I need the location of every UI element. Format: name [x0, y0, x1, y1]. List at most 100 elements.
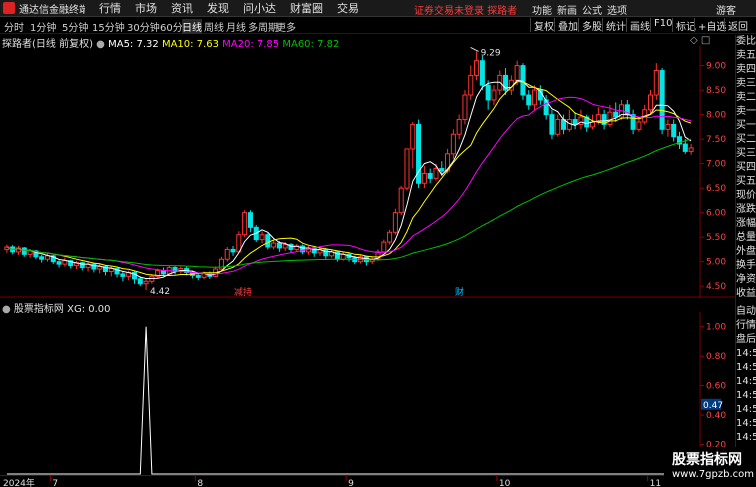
menu-hangqing[interactable]: 行情	[99, 0, 121, 16]
candle[interactable]	[172, 265, 178, 275]
candle[interactable]	[392, 208, 398, 235]
candle[interactable]	[578, 109, 584, 130]
login-status[interactable]: 证券交易未登录 探路者	[414, 2, 517, 17]
period-5min[interactable]: 5分钟	[62, 19, 88, 34]
candle[interactable]	[224, 246, 230, 262]
candle[interactable]	[195, 273, 201, 281]
candle[interactable]	[143, 278, 149, 291]
candle[interactable]	[624, 99, 630, 120]
candle[interactable]	[73, 260, 80, 270]
indicator-chart[interactable]: 1.000.800.600.400.200.47	[0, 312, 735, 475]
candle[interactable]	[618, 99, 625, 120]
candle[interactable]	[4, 244, 10, 253]
candle[interactable]	[265, 233, 271, 250]
period-more[interactable]: 更多	[276, 19, 296, 34]
tool-huaxian[interactable]: 画线	[626, 18, 653, 33]
menu-jiaoyi[interactable]: 交易	[337, 0, 359, 16]
candle[interactable]	[334, 250, 340, 262]
candle[interactable]	[630, 109, 636, 135]
candle[interactable]	[416, 119, 422, 189]
candle[interactable]	[85, 261, 91, 272]
candle[interactable]	[491, 85, 497, 105]
candle[interactable]	[346, 252, 352, 262]
candle[interactable]	[300, 244, 306, 255]
candle[interactable]	[462, 90, 468, 125]
period-1min[interactable]: 1分钟	[30, 19, 56, 34]
period-multi[interactable]: 多周期	[248, 19, 278, 34]
menu-faxian[interactable]: 发现	[207, 0, 229, 16]
menu-xuanxiang[interactable]: 选项	[607, 2, 627, 17]
candle[interactable]	[676, 131, 683, 149]
menu-xinhua[interactable]: 新画	[557, 2, 577, 17]
candle[interactable]	[259, 231, 265, 244]
candle[interactable]	[305, 246, 311, 255]
candle[interactable]	[526, 90, 532, 110]
candlestick-chart[interactable]: 9.00 8.50 8.00 7.50 7.00 6.50 6.00 5.50 5.00 4.50…	[0, 46, 735, 298]
candle[interactable]	[120, 271, 126, 282]
candle[interactable]	[15, 246, 22, 255]
candle[interactable]	[404, 148, 410, 191]
candle[interactable]	[329, 249, 335, 258]
candle[interactable]	[665, 119, 671, 137]
candle[interactable]	[56, 260, 62, 268]
candle[interactable]	[653, 63, 659, 100]
period-weekly[interactable]: 周线	[204, 19, 224, 34]
candle[interactable]	[549, 109, 555, 140]
candle[interactable]	[369, 256, 375, 265]
period-fenshi[interactable]: 分时	[4, 19, 24, 34]
candle[interactable]	[647, 90, 654, 115]
candle[interactable]	[398, 185, 404, 216]
candle[interactable]	[79, 261, 85, 271]
candle[interactable]	[537, 85, 543, 105]
candle[interactable]	[91, 262, 97, 273]
menu-zixun[interactable]: 资讯	[171, 0, 193, 16]
candle[interactable]	[659, 68, 665, 135]
candle[interactable]	[363, 255, 369, 266]
candle[interactable]	[39, 254, 45, 263]
candle[interactable]	[572, 112, 578, 130]
tool-tongji[interactable]: 统计	[602, 18, 629, 33]
candle[interactable]	[97, 263, 103, 274]
candle[interactable]	[532, 85, 538, 110]
candle[interactable]	[421, 166, 427, 189]
candle[interactable]	[479, 55, 485, 91]
candle[interactable]	[230, 246, 236, 256]
candle[interactable]	[247, 210, 253, 233]
tool-diejia[interactable]: 叠加	[554, 18, 581, 33]
period-30min[interactable]: 30分钟	[127, 19, 160, 34]
menu-gongneng[interactable]: 功能	[532, 2, 552, 17]
candle[interactable]	[456, 114, 462, 140]
period-monthly[interactable]: 月线	[226, 19, 246, 34]
menu-shichang[interactable]: 市场	[135, 0, 157, 16]
candle[interactable]	[601, 109, 607, 130]
candle[interactable]	[44, 252, 51, 262]
user-guest[interactable]: 游客	[716, 2, 736, 17]
period-daily[interactable]: 日线	[182, 19, 202, 34]
candle[interactable]	[474, 51, 480, 81]
candle[interactable]	[450, 129, 456, 159]
candle[interactable]	[671, 119, 677, 142]
candle[interactable]	[242, 210, 248, 238]
tool-fuquan[interactable]: 复权	[530, 18, 557, 33]
candle[interactable]	[427, 168, 433, 184]
menu-caifuquan[interactable]: 财富圈	[290, 0, 323, 16]
candle[interactable]	[381, 239, 387, 253]
candle[interactable]	[688, 144, 694, 155]
menu-gongshi[interactable]: 公式	[582, 2, 602, 17]
tool-back[interactable]: 返回	[724, 18, 751, 33]
candle[interactable]	[62, 257, 68, 267]
chart-collapse-icon[interactable]: ◇ □	[690, 35, 710, 46]
candle[interactable]	[288, 243, 294, 253]
period-15min[interactable]: 15分钟	[92, 19, 125, 34]
candle[interactable]	[566, 109, 572, 132]
menu-wenxiaoda[interactable]: 问小达	[243, 0, 276, 16]
candle[interactable]	[410, 121, 416, 169]
candle[interactable]	[555, 114, 561, 137]
candle[interactable]	[642, 104, 648, 125]
candle[interactable]	[468, 65, 474, 100]
tool-duogu[interactable]: 多股	[578, 18, 605, 33]
candle[interactable]	[387, 229, 393, 245]
candle[interactable]	[294, 244, 300, 252]
candle[interactable]	[218, 256, 224, 271]
candle[interactable]	[21, 246, 27, 257]
